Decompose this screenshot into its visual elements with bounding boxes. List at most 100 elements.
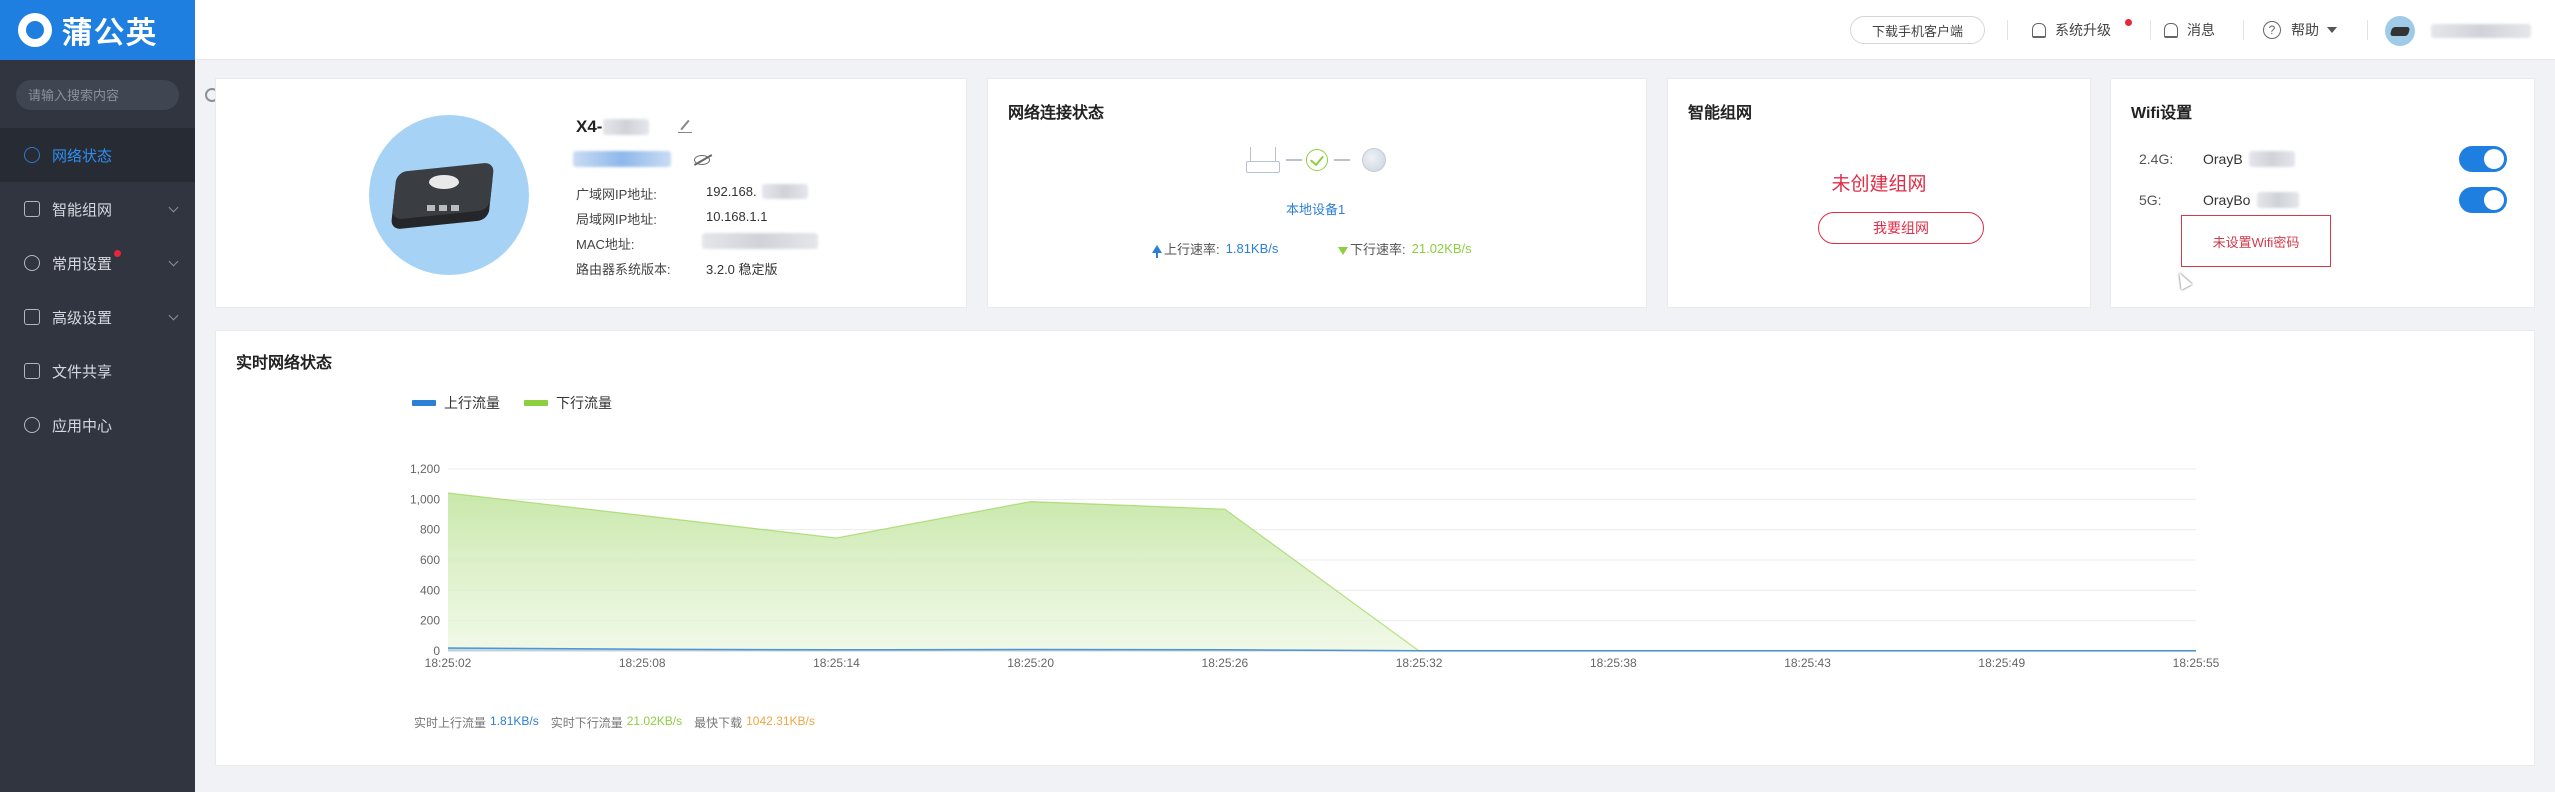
redacted-device-suffix	[603, 119, 649, 135]
wifi-24g-toggle[interactable]	[2459, 146, 2507, 172]
wan-ip-label: 广域网IP地址:	[576, 187, 657, 202]
sidebar-item-network-status[interactable]: 网络状态	[0, 128, 195, 182]
stat-up-value: 1.81KB/s	[490, 714, 539, 728]
y-tick-label: 400	[420, 583, 440, 597]
download-rate-value: 21.02KB/s	[1411, 241, 1472, 256]
router-port	[427, 205, 435, 211]
create-mesh-button[interactable]: 我要组网	[1818, 212, 1984, 244]
y-tick-label: 1,000	[410, 492, 440, 506]
network-status-title: 网络连接状态	[1008, 105, 1105, 122]
x-tick-label: 18:25:02	[425, 656, 472, 670]
sidebar-item-advanced-settings[interactable]: 高级设置	[0, 290, 195, 344]
redacted-ssid	[2257, 192, 2299, 208]
realtime-network-card: 实时网络状态 上行流量 下行流量 0 200 400 600 800 1,000 1,200…	[215, 330, 2535, 766]
divider	[2007, 20, 2008, 40]
search-input[interactable]	[28, 87, 204, 103]
y-tick-label: 800	[420, 523, 440, 537]
stat-down-label: 实时下行流量	[550, 716, 623, 730]
sidebar-item-label: 网络状态	[52, 147, 113, 165]
download-area	[448, 493, 2196, 651]
router-port	[439, 205, 447, 211]
x-tick-label: 18:25:14	[813, 656, 860, 670]
sidebar-item-label: 高级设置	[52, 309, 113, 327]
wifi-5g-toggle[interactable]	[2459, 187, 2507, 213]
upgrade-notification-dot	[2125, 19, 2132, 26]
mouse-cursor-icon	[2173, 270, 2193, 290]
smart-mesh-title: 智能组网	[1688, 105, 1753, 122]
redacted-ssid	[2249, 151, 2295, 167]
redacted-wan-ip	[762, 184, 808, 199]
wifi-band-24g-label: 2.4G:	[2139, 151, 2174, 167]
hide-eye-icon[interactable]	[694, 155, 710, 165]
x-tick-label: 18:25:38	[1590, 656, 1637, 670]
folder-share-icon	[24, 363, 40, 379]
traffic-area-chart: 02004006008001,0001,20018:25:02 18:25:08 1…	[410, 462, 2220, 670]
no-password-tooltip: 未设置Wifi密码	[2181, 215, 2331, 267]
sidebar-item-common-settings[interactable]: 常用设置	[0, 236, 195, 290]
x-tick-label: 18:25:55	[2173, 656, 2220, 670]
messages-button[interactable]: 消息	[2163, 18, 2215, 42]
y-tick-label: 600	[420, 553, 440, 567]
caret-down-icon	[2327, 27, 2337, 33]
chevron-down-icon	[168, 202, 179, 213]
router-body	[391, 162, 495, 220]
router-icon	[1246, 147, 1280, 173]
connection-line	[1286, 159, 1302, 161]
network-status-card: 网络连接状态 本地设备1 上行速率: 1.81KB/s 下行速率: 21.02K…	[987, 78, 1647, 308]
system-upgrade-button[interactable]: 系统升级	[2031, 18, 2111, 42]
help-menu-button[interactable]: ? 帮助	[2263, 18, 2337, 42]
divider	[2150, 20, 2151, 40]
stat-peak-value: 1042.31KB/s	[746, 714, 815, 728]
sidebar-item-file-share[interactable]: 文件共享	[0, 344, 195, 398]
download-app-button[interactable]: 下载手机客户端	[1850, 16, 1985, 44]
sidebar-item-smart-mesh[interactable]: 智能组网	[0, 182, 195, 236]
router-port	[451, 205, 459, 211]
redacted-mac	[702, 233, 818, 249]
traffic-stats: 实时上行流量 1.81KB/s 实时下行流量 21.02KB/s 最快下载 10…	[414, 714, 819, 731]
upload-rate-label: 上行速率:	[1164, 242, 1220, 257]
firmware-label: 路由器系统版本:	[576, 262, 671, 277]
question-mark-icon: ?	[2263, 21, 2281, 39]
sidebar-item-label: 文件共享	[52, 363, 113, 381]
router-top-disc	[429, 175, 459, 189]
lan-ip-value: 10.168.1.1	[706, 209, 768, 224]
wifi-ssid-5g: OrayBo	[2203, 192, 2251, 208]
router-image	[369, 115, 529, 275]
brand-name: 蒲公英	[62, 17, 158, 50]
sidebar-search	[16, 80, 219, 110]
settings-list-icon	[24, 309, 40, 325]
logo-bar[interactable]: 蒲公英	[0, 0, 195, 60]
x-tick-label: 18:25:43	[1784, 656, 1831, 670]
stat-down-value: 21.02KB/s	[626, 714, 683, 728]
help-label: 帮助	[2291, 22, 2319, 38]
local-device-link[interactable]: 本地设备1	[1286, 199, 1345, 218]
x-tick-label: 18:25:26	[1202, 656, 1249, 670]
x-tick-label: 18:25:32	[1396, 656, 1443, 670]
lan-ip-label: 局域网IP地址:	[576, 212, 657, 227]
arrow-up-icon	[1152, 244, 1162, 258]
device-info-card: X4- 广域网IP地址: 192.168. 局域网IP地址: 10.168.1.…	[215, 78, 967, 308]
upload-rate-value: 1.81KB/s	[1225, 241, 1279, 256]
bell-icon	[2163, 22, 2178, 38]
mesh-status-text: 未创建组网	[1831, 174, 1927, 195]
globe-icon	[1362, 148, 1386, 172]
user-avatar[interactable]	[2385, 16, 2415, 46]
sidebar-item-app-center[interactable]: 应用中心	[0, 398, 195, 452]
sidebar-item-label: 应用中心	[52, 417, 113, 435]
connection-line	[1334, 159, 1350, 161]
redacted-username[interactable]	[2431, 24, 2531, 38]
upgrade-bell-icon	[2031, 22, 2046, 38]
edit-pencil-icon[interactable]	[678, 119, 692, 133]
system-upgrade-label: 系统升级	[2055, 22, 2111, 38]
network-icon	[24, 147, 40, 163]
smart-mesh-card: 智能组网 未创建组网 我要组网	[1667, 78, 2091, 308]
firmware-value: 3.2.0 稳定版	[706, 262, 778, 277]
sidebar-item-label: 常用设置	[52, 255, 113, 273]
app-cube-icon	[24, 417, 40, 433]
wifi-settings-title: Wifi设置	[2131, 105, 2193, 122]
mesh-icon	[24, 201, 40, 217]
wan-ip-value: 192.168.	[706, 184, 757, 199]
stat-up-label: 实时上行流量	[414, 716, 487, 730]
device-name: X4-	[576, 117, 603, 136]
messages-label: 消息	[2187, 22, 2215, 38]
